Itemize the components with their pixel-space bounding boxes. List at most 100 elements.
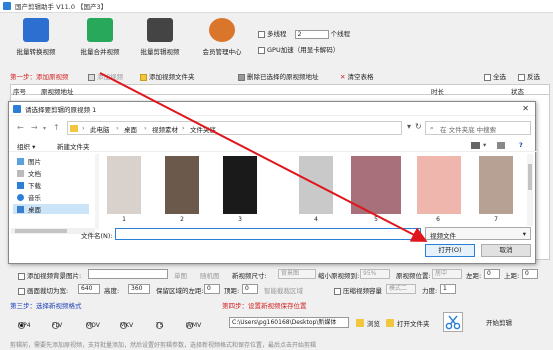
recent-dropdown-icon[interactable]: ▾ (43, 125, 46, 132)
merge-video-button[interactable]: 批量合并视频 (70, 16, 130, 64)
address-dropdown-icon[interactable]: ▾ (407, 122, 411, 131)
view-options-icon[interactable] (471, 142, 480, 149)
breadcrumb-desktop[interactable]: 桌面 (124, 124, 137, 134)
compress-option[interactable]: 压缩视频容量 (334, 285, 382, 295)
invert-label: 反选 (527, 73, 540, 81)
address-folder-icon (70, 125, 78, 132)
help-icon[interactable]: ? (519, 141, 523, 149)
random-image-button[interactable]: 随机图 (200, 270, 220, 280)
window-title: 国产剪辑助手 V11.0 【国产3】 (15, 3, 108, 11)
crop-width-input[interactable]: 640 (78, 284, 100, 294)
merge-video-label: 批量合并视频 (80, 48, 120, 56)
up-arrow-icon[interactable]: ↑ (53, 123, 60, 132)
video-thumbnail-1[interactable] (107, 156, 141, 214)
new-size-select[interactable]: 背景图 (278, 269, 316, 279)
format-wmv-label: WMV (186, 322, 202, 329)
back-arrow-icon[interactable]: ← (17, 123, 24, 132)
invert-checkbox[interactable] (518, 73, 525, 81)
top-offset-input[interactable]: 0 (522, 269, 538, 279)
force-input[interactable]: 1 (440, 284, 456, 294)
edit-video-button[interactable]: 批量剪辑视频 (130, 16, 190, 64)
nav-item-pictures[interactable]: 图片 (17, 156, 41, 166)
forward-arrow-icon[interactable]: → (31, 123, 38, 132)
scale-label: 缩小原视频到: (318, 272, 360, 280)
thread-count-input[interactable]: 2 (294, 29, 329, 39)
open-folder-button[interactable]: 打开文件夹 (386, 317, 430, 329)
bg-image-option[interactable]: 添加视频背景图片: (18, 270, 81, 280)
clear-x-icon: ✕ (340, 73, 348, 81)
select-all-option[interactable]: 全选 (484, 71, 506, 81)
multithread-option[interactable]: 多线程 2 个线程 (258, 28, 350, 39)
breadcrumb-this-pc[interactable]: 此电脑 (90, 124, 110, 134)
invert-option[interactable]: 反选 (518, 71, 540, 81)
address-bar[interactable]: › 此电脑 › 桌面 › 视频素材 › 文件夹底 (67, 121, 402, 135)
organize-menu[interactable]: 组织 ▾ (17, 141, 35, 151)
dialog-title: 请选择要剪辑的原视频 1 (25, 105, 97, 114)
delete-selected-button[interactable]: 删除已选择的原视频地址 (238, 71, 319, 81)
video-thumbnail-4[interactable] (299, 156, 333, 214)
crop-option[interactable]: 画面裁切为宽: (18, 285, 68, 295)
filetype-select[interactable]: 视频文件 ▾ (425, 227, 531, 240)
clear-table-button[interactable]: ✕ 清空表格 (340, 71, 374, 81)
file-grid-scrollbar[interactable] (527, 154, 533, 226)
thread-unit-label: 个线程 (330, 30, 351, 38)
nav-item-downloads[interactable]: 下载 (17, 180, 41, 190)
breadcrumb-current-folder[interactable]: 文件夹底 (190, 124, 216, 134)
scale-select[interactable]: 95% (360, 269, 390, 279)
start-edit-button[interactable]: 开始剪辑 (486, 316, 512, 328)
preview-pane-icon[interactable] (497, 142, 505, 149)
compress-mode-select[interactable]: 模式二 (386, 284, 416, 294)
nav-item-documents[interactable]: 文档 (17, 168, 41, 178)
table-header: 序号 原视频地址 时长 状态 (10, 84, 550, 96)
position-select[interactable]: 居中 (432, 269, 462, 279)
dialog-search-input[interactable]: ⌕ 在 文件夹底 中搜索 (425, 121, 531, 135)
file-grid-scroll-thumb[interactable] (528, 164, 532, 190)
refresh-icon[interactable]: ↻ (415, 122, 422, 131)
cancel-button[interactable]: 取消 (481, 244, 531, 257)
format-mkv-label: MKV (120, 322, 134, 329)
dialog-nav-row: ← → ▾ ↑ › 此电脑 › 桌面 › 视频素材 › 文件夹底 ▾ ↻ ⌕ 在… (9, 119, 537, 137)
view-dropdown-icon[interactable]: ▾ (483, 141, 486, 149)
select-all-checkbox[interactable] (484, 73, 491, 81)
gpu-checkbox[interactable] (258, 46, 265, 54)
delete-selected-label: 删除已选择的原视频地址 (247, 73, 319, 81)
keep-top-input[interactable]: 0 (242, 284, 258, 294)
video-thumbnail-5[interactable] (351, 156, 401, 214)
multithread-checkbox[interactable] (258, 30, 265, 38)
open-button[interactable]: 打开(O) (425, 244, 475, 257)
video-thumbnail-7[interactable] (479, 156, 513, 214)
bg-image-path-input[interactable] (88, 269, 168, 279)
bg-image-checkbox[interactable] (18, 272, 25, 280)
nav-item-music[interactable]: 音乐 (17, 192, 41, 202)
dialog-close-icon[interactable]: ✕ (522, 104, 529, 113)
new-folder-button[interactable]: 新建文件夹 (57, 141, 90, 151)
video-thumbnail-2[interactable] (165, 156, 199, 214)
crop-height-input[interactable]: 360 (128, 284, 150, 294)
documents-icon (17, 169, 24, 177)
filename-input[interactable] (115, 228, 421, 240)
compress-checkbox[interactable] (334, 287, 341, 295)
browse-label: 浏览 (367, 320, 380, 328)
single-image-button[interactable]: 单图 (174, 270, 187, 280)
breadcrumb-sep-icon: › (116, 124, 119, 132)
gpu-option[interactable]: GPU加速（用显卡解码） (258, 44, 339, 54)
breadcrumb-video-assets[interactable]: 视频素材 (152, 124, 178, 134)
video-thumbnail-3[interactable] (223, 156, 257, 214)
convert-video-button[interactable]: 批量转换视频 (6, 16, 66, 64)
smart-crop-button[interactable]: 智能截裁区域 (264, 285, 303, 295)
start-edit-icon-button[interactable] (443, 312, 463, 332)
member-center-button[interactable]: 会员管理中心 (192, 16, 252, 64)
crop-checkbox[interactable] (18, 287, 25, 295)
crop-row: 画面裁切为宽: 640 高度: 360 保留区域的左距: 0 顶距: 0 智能截… (0, 283, 553, 295)
left-offset-input[interactable]: 0 (484, 269, 500, 279)
browse-button[interactable]: 浏览 (356, 317, 380, 329)
add-video-button[interactable]: 添加视频 (88, 71, 123, 81)
edit-video-label: 批量剪辑视频 (140, 48, 180, 56)
nav-pane-splitter[interactable] (95, 154, 99, 229)
nav-item-desktop[interactable]: 桌面 (13, 204, 89, 214)
video-thumbnail-6[interactable] (417, 156, 461, 214)
save-path-input[interactable]: C:\Users\pg160168\Desktop\新媒体 (229, 317, 349, 328)
add-folder-button[interactable]: 添加视频文件夹 (140, 71, 195, 81)
filetype-value: 视频文件 (430, 232, 456, 240)
keep-left-input[interactable]: 0 (204, 284, 220, 294)
